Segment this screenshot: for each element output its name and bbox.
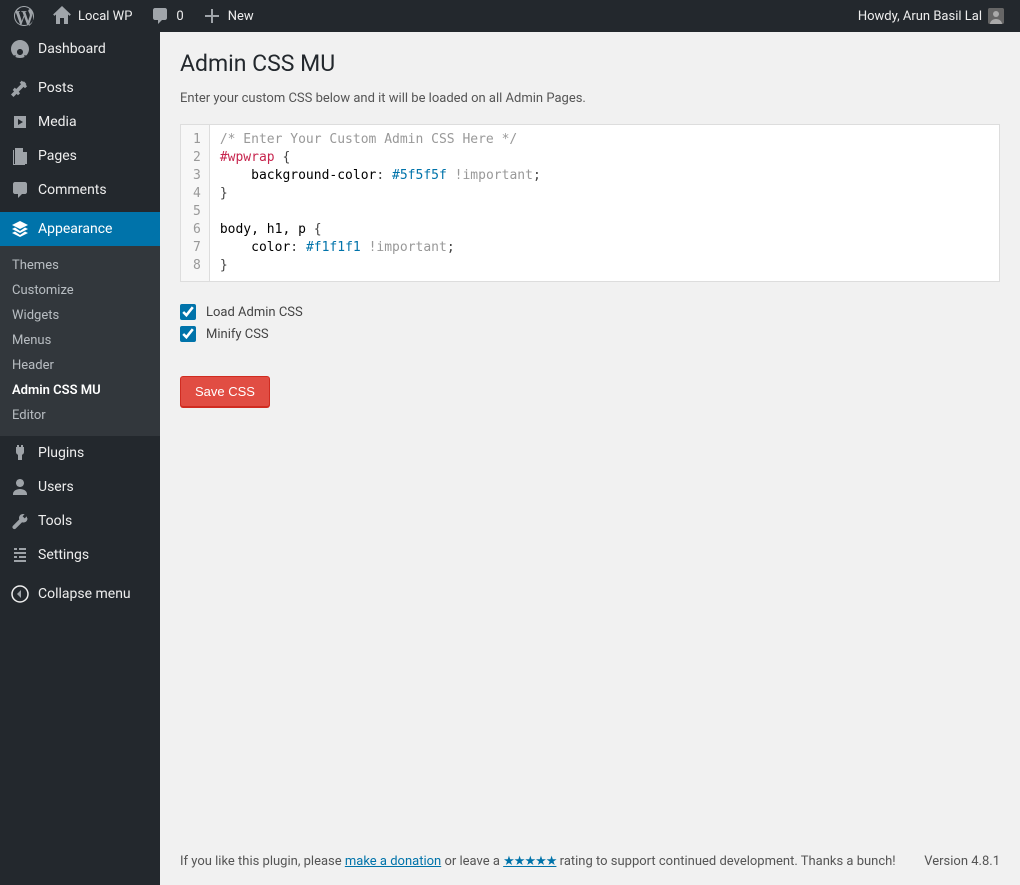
dashboard-icon: [10, 39, 30, 59]
checkbox-input[interactable]: [180, 304, 196, 320]
submenu-admin-css-mu[interactable]: Admin CSS MU: [0, 378, 160, 403]
save-button[interactable]: Save CSS: [180, 376, 270, 407]
footer-text: If you like this plugin, please make a d…: [180, 854, 896, 869]
comment-icon: [150, 6, 170, 26]
menu-label: Plugins: [38, 445, 84, 461]
menu-label: Users: [38, 479, 74, 495]
plugin-icon: [10, 443, 30, 463]
menu-label: Collapse menu: [38, 586, 131, 602]
admin-sidebar: Dashboard Posts Media Pages Comments App…: [0, 32, 160, 885]
appearance-icon: [10, 219, 30, 239]
new-content[interactable]: New: [194, 0, 262, 32]
checkbox-load-admin-css[interactable]: Load Admin CSS: [180, 304, 1000, 320]
menu-label: Tools: [38, 513, 72, 529]
appearance-submenu: Themes Customize Widgets Menus Header Ad…: [0, 246, 160, 436]
site-name-label: Local WP: [78, 9, 132, 24]
menu-label: Dashboard: [38, 41, 106, 57]
comment-icon: [10, 180, 30, 200]
menu-appearance[interactable]: Appearance: [0, 212, 160, 246]
main-content: Admin CSS MU Enter your custom CSS below…: [160, 32, 1020, 885]
wordpress-icon: [14, 6, 34, 26]
menu-posts[interactable]: Posts: [0, 71, 160, 105]
code-area[interactable]: /* Enter Your Custom Admin CSS Here */#w…: [210, 125, 999, 281]
checkbox-input[interactable]: [180, 326, 196, 342]
checkbox-minify-css[interactable]: Minify CSS: [180, 326, 1000, 342]
submenu-header[interactable]: Header: [0, 353, 160, 378]
menu-users[interactable]: Users: [0, 470, 160, 504]
footer: If you like this plugin, please make a d…: [180, 838, 1000, 885]
page-title: Admin CSS MU: [180, 50, 1000, 77]
version-text: Version 4.8.1: [924, 854, 1000, 869]
my-account[interactable]: Howdy, Arun Basil Lal: [850, 0, 1012, 32]
collapse-menu[interactable]: Collapse menu: [0, 577, 160, 611]
menu-plugins[interactable]: Plugins: [0, 436, 160, 470]
page-description: Enter your custom CSS below and it will …: [180, 91, 1000, 106]
menu-label: Comments: [38, 182, 107, 198]
checkbox-label: Minify CSS: [206, 327, 269, 342]
tools-icon: [10, 511, 30, 531]
css-editor[interactable]: 12345678 /* Enter Your Custom Admin CSS …: [180, 124, 1000, 282]
submenu-themes[interactable]: Themes: [0, 253, 160, 278]
menu-comments[interactable]: Comments: [0, 173, 160, 207]
rating-link[interactable]: ★★★★★: [503, 854, 556, 869]
menu-settings[interactable]: Settings: [0, 538, 160, 572]
users-icon: [10, 477, 30, 497]
checkbox-label: Load Admin CSS: [206, 305, 303, 320]
home-icon: [52, 6, 72, 26]
howdy-text: Howdy, Arun Basil Lal: [858, 9, 982, 24]
adminbar: Local WP 0 New Howdy, Arun Basil Lal: [0, 0, 1020, 32]
site-name[interactable]: Local WP: [44, 0, 140, 32]
pages-icon: [10, 146, 30, 166]
menu-tools[interactable]: Tools: [0, 504, 160, 538]
media-icon: [10, 112, 30, 132]
menu-label: Media: [38, 114, 77, 130]
menu-label: Settings: [38, 547, 89, 563]
settings-icon: [10, 545, 30, 565]
collapse-icon: [10, 584, 30, 604]
submenu-widgets[interactable]: Widgets: [0, 303, 160, 328]
plus-icon: [202, 6, 222, 26]
donation-link[interactable]: make a donation: [345, 854, 441, 869]
menu-dashboard[interactable]: Dashboard: [0, 32, 160, 66]
avatar: [988, 8, 1004, 24]
line-gutter: 12345678: [181, 125, 210, 281]
menu-media[interactable]: Media: [0, 105, 160, 139]
menu-label: Appearance: [38, 221, 112, 237]
submenu-customize[interactable]: Customize: [0, 278, 160, 303]
menu-pages[interactable]: Pages: [0, 139, 160, 173]
new-label: New: [228, 9, 254, 24]
menu-label: Pages: [38, 148, 77, 164]
menu-label: Posts: [38, 80, 74, 96]
comments-link[interactable]: 0: [142, 0, 191, 32]
pin-icon: [10, 78, 30, 98]
submenu-editor[interactable]: Editor: [0, 403, 160, 428]
wp-logo[interactable]: [6, 0, 42, 32]
comments-count: 0: [176, 9, 183, 24]
submenu-menus[interactable]: Menus: [0, 328, 160, 353]
